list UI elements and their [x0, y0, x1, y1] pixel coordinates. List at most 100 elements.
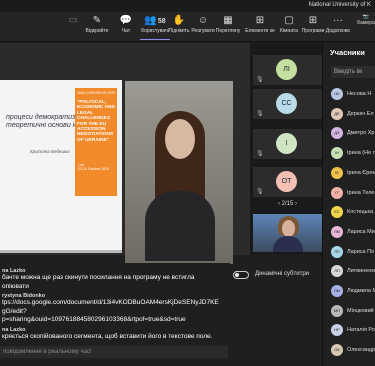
chat-icon: 💬 [119, 15, 133, 26]
conference-poster: UNIA CONGRESS 2025 "POLITICAL, ECONOMIC … [75, 88, 117, 196]
mic-off-icon: 🎙 [256, 77, 264, 83]
live-captions-toggle[interactable]: Динамічні субтитри [233, 271, 318, 293]
participant-avatar: СС [276, 93, 297, 114]
participant-avatar: ДХ [331, 127, 343, 140]
pager-prev-icon[interactable]: ‹ [278, 201, 280, 207]
participant-avatar: ІЄ [331, 166, 343, 179]
participant-row[interactable]: НК Несова Н [323, 85, 375, 103]
mic-off-icon: 🎙 [256, 111, 264, 117]
participant-tile[interactable]: СС 🎙 [253, 89, 322, 119]
participant-avatar: ІТ [331, 186, 343, 199]
participant-row[interactable]: ОК Олександр [323, 341, 375, 359]
participant-row[interactable]: ІТ Ірина Теле [323, 184, 375, 202]
speaker-body [145, 191, 215, 261]
toolbar-open-button[interactable]: ✎ Відкрийте [82, 14, 112, 40]
participant-avatar: НК [331, 88, 343, 100]
participant-tile[interactable]: ОТ 🎙 [253, 167, 322, 197]
participant-name: Мінцковий [347, 307, 374, 314]
toolbar-apps-label: Елементи ке [245, 28, 275, 34]
chat-message-line: gG/edit? [2, 307, 27, 315]
toolbar-more-label: Додатково [325, 28, 351, 34]
participant-avatar: ОТ [276, 171, 297, 192]
participant-row[interactable]: МП Мінцковий [323, 302, 375, 320]
participant-avatar: ЛМ [331, 285, 343, 297]
participant-avatar: НР [331, 324, 343, 337]
participant-name: Людмила М [347, 288, 375, 294]
chat-message-line: опіювати [2, 282, 29, 290]
participant-name: Ірина Єрем [347, 169, 375, 176]
participant-name: Наталія Ро [347, 327, 375, 334]
self-face [282, 220, 295, 237]
participant-name: Несова Н [347, 91, 372, 97]
self-body [273, 236, 303, 252]
participant-avatar: ДЕ [331, 107, 343, 120]
invite-input[interactable]: Введіть ім [331, 66, 375, 78]
participant-tile[interactable]: І 🎙 [253, 129, 322, 159]
participant-row[interactable]: ЛП Литвиненко [323, 262, 375, 280]
self-view-video [253, 214, 322, 252]
chat-input[interactable]: повідомлення в реальному часі [0, 346, 228, 358]
participant-avatar: МП [331, 304, 343, 317]
participant-avatar: ЛМ [331, 225, 343, 238]
participant-avatar: ІН [331, 147, 343, 160]
participant-name: Лариса По [347, 248, 375, 255]
toolbar-apps-button[interactable]: ⊞ Елементи ке [245, 14, 275, 40]
open-icon: ✎ [92, 15, 102, 26]
poster-body: "POLITICAL, ECONOMIC AND LEGAL CHALLENGE… [77, 100, 115, 143]
mic-off-icon: 🎙 [256, 151, 264, 157]
toolbar-more-button[interactable]: ··· Додатково [323, 14, 353, 40]
participant-avatar: І [276, 133, 297, 154]
toolbar-open-label: Відкрийте [85, 28, 109, 34]
pager-label: 2/15 [281, 201, 294, 207]
participant-name: Дмитро Хр [347, 130, 375, 137]
chat-message-line: бачте можна ще раз скинути посилання на … [2, 274, 195, 281]
participant-row[interactable]: ЛП Лариса По [323, 243, 375, 261]
toolbar-view-label: Перегляну [215, 28, 241, 34]
participant-avatar: ЛП [331, 265, 343, 278]
participant-row[interactable]: ІН Ірина (Не г [323, 144, 375, 162]
participant-avatar: КС [331, 206, 343, 219]
chat-message-line: tps://docs.google.com/document/d/13i4vKO… [2, 299, 219, 306]
poster-date: 23-24 October 2025 [78, 167, 110, 171]
toolbar-chat-button[interactable]: 💬 Чат [111, 14, 141, 40]
participants-title: Учасники [330, 48, 365, 57]
tile-pager[interactable]: ‹ 2/15 › [253, 201, 322, 207]
slide-footer-bar [0, 250, 122, 253]
chat-message-line: p=sharing&ouid=109761884580296103368&rtp… [2, 316, 186, 323]
participant-name: Ірина (Не г [347, 150, 375, 157]
pager-next-icon[interactable]: › [295, 201, 297, 207]
chat-panel: повідомлення в реальному часі na Lazko ба… [0, 263, 230, 366]
toolbar-view-button[interactable]: ▦ Перегляну [213, 14, 243, 40]
mic-off-icon: 🎙 [256, 189, 264, 195]
captions-switch[interactable] [233, 271, 249, 279]
poster-header: UNIA CONGRESS 2025 [77, 91, 115, 95]
participants-panel: Учасники Введіть ім НК Несова Н ДЕ Деркач Е… [322, 43, 375, 366]
switch-knob [235, 273, 239, 277]
participant-row[interactable]: ІЄ Ірина Єрем [323, 164, 375, 182]
participant-row[interactable]: ДЕ Деркач Ел [323, 105, 375, 123]
participant-row[interactable]: НР Наталія Ро [323, 321, 375, 339]
captions-label: Динамічні субтитри [255, 271, 310, 277]
participant-name: Деркач Ел [347, 110, 374, 117]
camera-button[interactable]: 📷Камера [357, 14, 375, 40]
participant-name: Олександр [347, 347, 375, 354]
participant-avatar: ЛП [331, 245, 343, 258]
presentation-slide: процеси демократизації ах: теоретичні ос… [0, 80, 122, 253]
camera-label: Камера [357, 20, 375, 26]
chat-message-line: кряється скопійованого сегмента, щоб вст… [2, 332, 213, 340]
participant-row[interactable]: ЛМ Людмила М [323, 282, 375, 300]
shared-screen: процеси демократизації ах: теоретичні ос… [0, 43, 250, 264]
apps-icon: ⊞ [255, 15, 265, 26]
participant-avatar: ОК [331, 344, 343, 357]
toolbar-chat-label: Чат [121, 28, 131, 34]
participant-row[interactable]: КС Костецька [323, 203, 375, 221]
participant-row[interactable]: ЛМ Лариса Ми [323, 223, 375, 241]
participant-name: Костецька [347, 209, 374, 216]
participant-tile[interactable]: ЛІ 🎙 [253, 55, 322, 85]
view-icon: ▦ [223, 15, 233, 26]
participant-row[interactable]: ДХ Дмитро Хр [323, 124, 375, 142]
meeting-stage: процеси демократизації ах: теоретичні ос… [0, 43, 322, 264]
participant-name: Лариса Ми [347, 228, 375, 235]
more-icon: ··· [333, 15, 343, 26]
participant-avatar: ЛІ [276, 59, 297, 80]
